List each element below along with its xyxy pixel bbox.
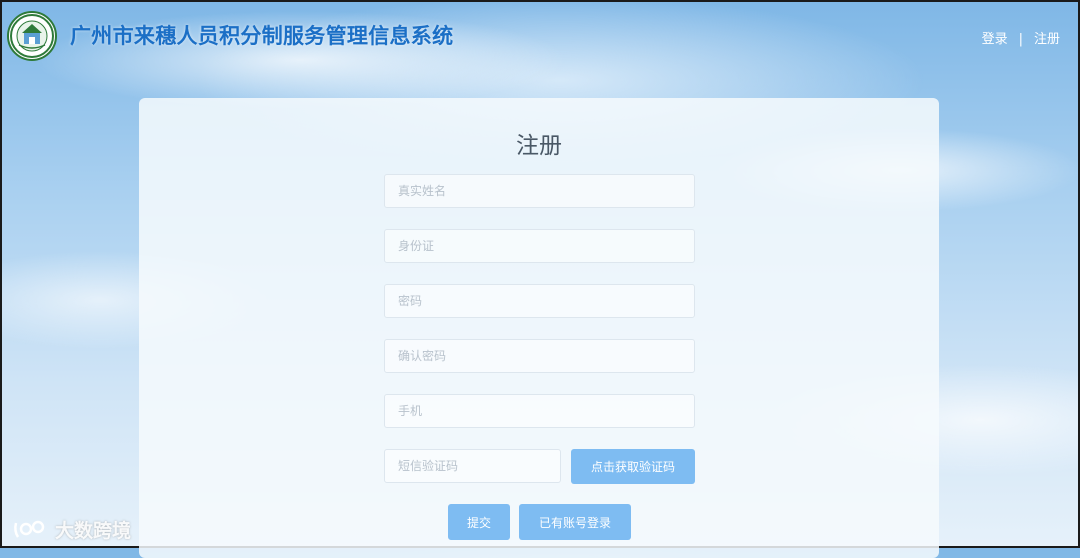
- phone-input[interactable]: [384, 394, 695, 428]
- link-separator: |: [1018, 32, 1023, 47]
- top-links: 登录 | 注册: [982, 28, 1060, 47]
- government-seal-logo-icon: [7, 11, 57, 61]
- form-title: 注册: [516, 133, 562, 159]
- id-card-input[interactable]: [384, 229, 695, 263]
- watermark: 大数跨境: [12, 516, 131, 543]
- watermark-text: 大数跨境: [55, 520, 132, 542]
- submit-button[interactable]: 提交: [448, 504, 510, 540]
- get-code-button[interactable]: 点击获取验证码: [571, 449, 695, 484]
- register-card: 注册 点击获取验证码 提交 已有账号登录: [139, 98, 939, 558]
- brand-logo-icon: [14, 520, 45, 538]
- have-account-login-button[interactable]: 已有账号登录: [519, 504, 631, 540]
- password-input[interactable]: [384, 284, 695, 318]
- site-title: 广州市来穗人员积分制服务管理信息系统: [70, 24, 454, 48]
- real-name-input[interactable]: [384, 174, 695, 208]
- login-link[interactable]: 登录: [982, 32, 1008, 47]
- header: 广州市来穗人员积分制服务管理信息系统 登录 | 注册: [2, 2, 1078, 74]
- register-link[interactable]: 注册: [1034, 32, 1060, 47]
- sms-code-input[interactable]: [384, 449, 561, 483]
- confirm-password-input[interactable]: [384, 339, 695, 373]
